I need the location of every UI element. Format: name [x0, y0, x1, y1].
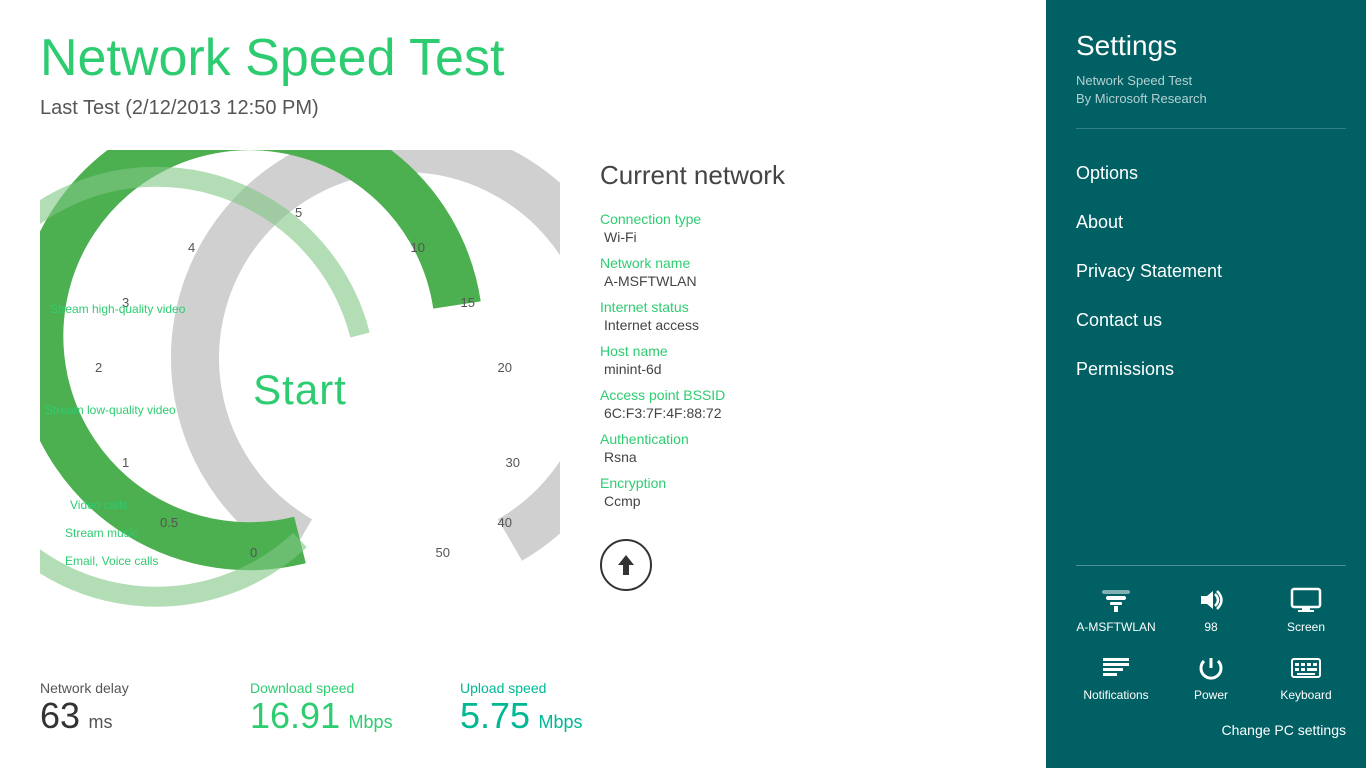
- system-icon-keyboard[interactable]: Keyboard: [1266, 654, 1346, 702]
- settings-menu-about[interactable]: About: [1076, 198, 1346, 247]
- network-field-internet-value: Internet access: [600, 317, 1006, 333]
- screen-icon: [1290, 586, 1322, 614]
- network-delay-unit: ms: [89, 712, 113, 732]
- settings-menu-contact[interactable]: Contact us: [1076, 296, 1346, 345]
- network-field-connection-type-label: Connection type: [600, 211, 1006, 227]
- network-field-bssid-value: 6C:F3:7F:4F:88:72: [600, 405, 1006, 421]
- settings-panel: Settings Network Speed Test By Microsoft…: [1046, 0, 1366, 768]
- last-test: Last Test (2/12/2013 12:50 PM): [40, 97, 1006, 120]
- download-value: 16.91: [250, 695, 340, 736]
- keyboard-icon: [1290, 654, 1322, 682]
- upload-unit: Mbps: [539, 712, 583, 732]
- settings-menu-permissions[interactable]: Permissions: [1076, 345, 1346, 394]
- system-icons-bottom-row: Notifications Power: [1076, 654, 1346, 702]
- power-icon: [1195, 654, 1227, 682]
- network-field-auth-value: Rsna: [600, 449, 1006, 465]
- main-content: Network Speed Test Last Test (2/12/2013 …: [0, 0, 1046, 768]
- volume-icon: [1195, 586, 1227, 614]
- upload-value: 5.75: [460, 695, 530, 736]
- network-title: Current network: [600, 160, 1006, 191]
- settings-title: Settings: [1076, 30, 1346, 62]
- settings-menu-privacy[interactable]: Privacy Statement: [1076, 247, 1346, 296]
- system-icon-notifications[interactable]: Notifications: [1076, 654, 1156, 702]
- network-delay-label: Network delay: [40, 680, 190, 696]
- upload-arrow-icon: [612, 551, 640, 579]
- bottom-divider: [1076, 565, 1346, 566]
- wifi-icon: [1100, 586, 1132, 614]
- gauge-svg: [40, 150, 560, 630]
- upload-button[interactable]: [600, 539, 652, 591]
- network-field-hostname-label: Host name: [600, 343, 1006, 359]
- app-title: Network Speed Test: [40, 30, 1006, 87]
- stat-network-delay: Network delay 63 ms: [40, 680, 190, 736]
- system-icon-volume[interactable]: 98: [1171, 586, 1251, 634]
- notifications-icon: [1100, 654, 1132, 682]
- network-field-name-value: A-MSFTWLAN: [600, 273, 1006, 289]
- settings-divider-1: [1076, 128, 1346, 129]
- wifi-label: A-MSFTWLAN: [1076, 620, 1155, 634]
- network-delay-value-row: 63 ms: [40, 696, 190, 736]
- settings-bottom: A-MSFTWLAN 98 Screen: [1076, 565, 1346, 748]
- system-icons-top-row: A-MSFTWLAN 98 Screen: [1076, 586, 1346, 634]
- gauge-container: 0 0.5 1 2 3 4 5 10 15 20 30: [40, 150, 560, 630]
- content-row: 0 0.5 1 2 3 4 5 10 15 20 30: [40, 150, 1006, 630]
- network-field-encryption-value: Ccmp: [600, 493, 1006, 509]
- network-field-internet-label: Internet status: [600, 299, 1006, 315]
- network-field-bssid-label: Access point BSSID: [600, 387, 1006, 403]
- change-pc-settings[interactable]: Change PC settings: [1076, 722, 1346, 748]
- power-label: Power: [1194, 688, 1228, 702]
- upload-icon-container: [600, 539, 1006, 591]
- upload-value-row: 5.75 Mbps: [460, 696, 610, 736]
- volume-label: 98: [1204, 620, 1217, 634]
- system-icon-screen[interactable]: Screen: [1266, 586, 1346, 634]
- network-field-encryption-label: Encryption: [600, 475, 1006, 491]
- system-icon-wifi[interactable]: A-MSFTWLAN: [1076, 586, 1156, 634]
- settings-menu-options[interactable]: Options: [1076, 149, 1346, 198]
- keyboard-label: Keyboard: [1280, 688, 1331, 702]
- network-field-auth-label: Authentication: [600, 431, 1006, 447]
- network-info: Current network Connection type Wi-Fi Ne…: [600, 150, 1006, 591]
- network-field-hostname-value: minint-6d: [600, 361, 1006, 377]
- notifications-label: Notifications: [1083, 688, 1148, 702]
- system-icon-power[interactable]: Power: [1171, 654, 1251, 702]
- stats-row: Network delay 63 ms Download speed 16.91…: [40, 660, 1006, 736]
- network-delay-value: 63: [40, 695, 80, 736]
- download-label: Download speed: [250, 680, 400, 696]
- network-field-name-label: Network name: [600, 255, 1006, 271]
- download-unit: Mbps: [349, 712, 393, 732]
- settings-app-name: Network Speed Test By Microsoft Research: [1076, 72, 1346, 108]
- download-value-row: 16.91 Mbps: [250, 696, 400, 736]
- network-field-connection-type-value: Wi-Fi: [600, 229, 1006, 245]
- screen-label: Screen: [1287, 620, 1325, 634]
- stat-upload: Upload speed 5.75 Mbps: [460, 680, 610, 736]
- stat-download: Download speed 16.91 Mbps: [250, 680, 400, 736]
- upload-label: Upload speed: [460, 680, 610, 696]
